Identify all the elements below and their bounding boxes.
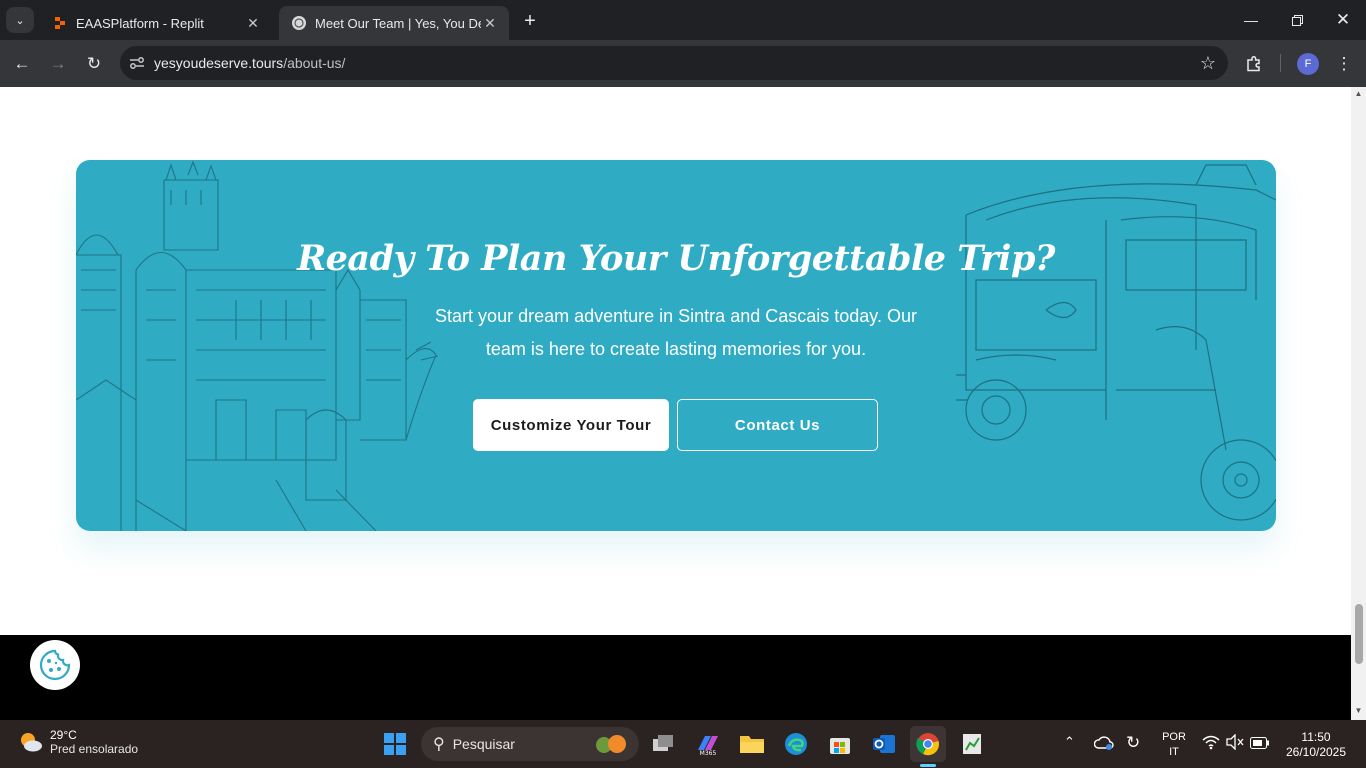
new-tab-plus-icon[interactable]: + [518, 9, 542, 33]
scroll-thumb[interactable] [1355, 604, 1363, 664]
windows-logo-icon [384, 733, 406, 755]
app-chart-icon[interactable] [954, 726, 990, 762]
restore-icon[interactable] [1274, 0, 1320, 40]
castle-sketch-illustration [76, 160, 439, 531]
svg-text:M365: M365 [700, 750, 717, 756]
input-language[interactable]: POR IT [1160, 730, 1188, 760]
clock-time: 11:50 [1301, 730, 1331, 744]
start-button[interactable] [377, 726, 413, 762]
wifi-icon[interactable] [1202, 734, 1220, 755]
forward-arrow-icon[interactable]: → [44, 50, 72, 78]
browser-toolbar: ← → ↻ yesyoudeserve.tours/about-us/ ☆ F … [0, 40, 1366, 87]
page-viewport: Ready To Plan Your Unforgettable Trip? S… [0, 87, 1351, 635]
onedrive-icon[interactable] [1093, 735, 1114, 756]
site-favicon-icon [291, 15, 307, 31]
weather-widget[interactable]: 29°C Pred ensolarado [18, 728, 138, 756]
active-app-indicator [920, 764, 936, 767]
keyboard-layout: IT [1169, 746, 1179, 758]
tab-close-icon[interactable]: ✕ [244, 14, 262, 32]
tab-title: EAASPlatform - Replit [76, 15, 204, 31]
chrome-icon[interactable] [910, 726, 946, 762]
scroll-down-icon[interactable]: ▼ [1354, 706, 1363, 715]
extensions-puzzle-icon[interactable] [1240, 50, 1268, 78]
toolbar-divider [1280, 54, 1281, 72]
show-hidden-icons-chevron[interactable]: ⌃ [1064, 734, 1075, 750]
page-footer [0, 635, 1351, 720]
battery-icon[interactable] [1250, 736, 1270, 754]
contact-us-button[interactable]: Contact Us [677, 399, 878, 451]
clock[interactable]: 11:50 26/10/2025 [1280, 730, 1352, 760]
tuktuk-sketch-illustration [956, 164, 1276, 521]
reload-icon[interactable]: ↻ [80, 50, 108, 78]
url-text: yesyoudeserve.tours/about-us/ [154, 55, 345, 71]
customize-tour-button[interactable]: Customize Your Tour [473, 399, 669, 451]
bookmark-star-icon[interactable]: ☆ [1200, 53, 1216, 74]
scroll-up-icon[interactable]: ▲ [1354, 89, 1363, 98]
file-explorer-icon[interactable] [734, 726, 770, 762]
minimize-icon[interactable]: — [1228, 0, 1274, 40]
tab-replit[interactable]: EAASPlatform - Replit ✕ [40, 6, 272, 40]
sync-icon[interactable]: ↻ [1126, 733, 1140, 753]
tab-title: Meet Our Team | Yes, You Deserve [315, 15, 481, 31]
cta-heading: Ready To Plan Your Unforgettable Trip? [297, 238, 1055, 279]
address-bar[interactable]: yesyoudeserve.tours/about-us/ ☆ [120, 46, 1228, 80]
tab-meet-our-team[interactable]: Meet Our Team | Yes, You Deserve ✕ [279, 6, 509, 40]
close-window-icon[interactable]: ✕ [1320, 0, 1366, 40]
cta-subtitle: Start your dream adventure in Sintra and… [435, 306, 917, 359]
m365-copilot-icon[interactable]: M365 [690, 726, 726, 762]
back-arrow-icon[interactable]: ← [8, 50, 36, 78]
cookie-settings-button[interactable] [30, 640, 80, 690]
search-placeholder: Pesquisar [452, 736, 515, 752]
weather-temperature: 29°C [50, 728, 77, 742]
tab-search-button[interactable]: ⌄ [6, 7, 34, 33]
volume-muted-icon[interactable] [1226, 733, 1244, 755]
microsoft-store-icon[interactable] [822, 726, 858, 762]
replit-favicon-icon [52, 15, 68, 31]
cookie-icon [39, 649, 71, 681]
more-menu-icon[interactable]: ⋮ [1330, 50, 1358, 78]
url-host: yesyoudeserve.tours [154, 55, 284, 71]
outlook-icon[interactable] [866, 726, 902, 762]
taskbar-search[interactable]: ⚲ Pesquisar [421, 727, 639, 761]
edge-browser-icon[interactable] [778, 726, 814, 762]
tab-close-icon[interactable]: ✕ [481, 14, 499, 32]
site-settings-icon[interactable] [120, 56, 154, 70]
search-icon: ⚲ [433, 736, 445, 753]
clock-date: 26/10/2025 [1285, 745, 1347, 759]
task-view-icon[interactable] [646, 726, 682, 762]
language-code: POR [1162, 731, 1186, 743]
weather-description: Pred ensolarado [50, 742, 139, 756]
page-scrollbar[interactable]: ▲ ▼ [1351, 87, 1366, 720]
chevron-down-icon: ⌄ [15, 14, 25, 27]
cta-banner: Ready To Plan Your Unforgettable Trip? S… [76, 160, 1276, 531]
search-highlight-icon [593, 733, 629, 758]
tab-strip: ⌄ EAASPlatform - Replit ✕ Meet Our Team … [0, 0, 1366, 40]
windows-taskbar: 29°C Pred ensolarado ⚲ Pesquisar M365 ⌃ … [0, 720, 1366, 768]
profile-avatar[interactable]: F [1297, 53, 1319, 75]
url-path: /about-us/ [283, 55, 346, 71]
partly-sunny-icon [21, 733, 42, 752]
